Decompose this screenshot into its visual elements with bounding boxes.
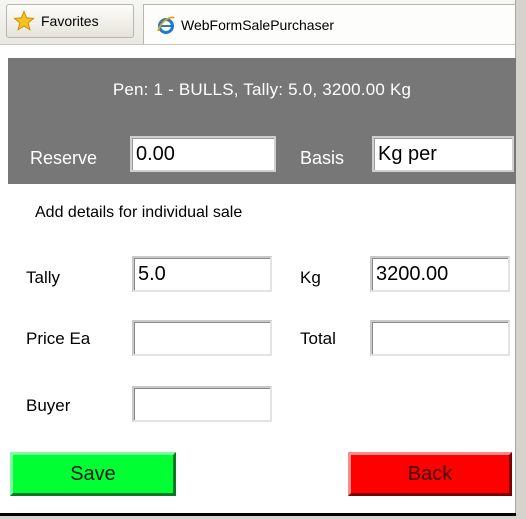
favorites-button[interactable]: Favorites xyxy=(6,4,134,38)
tab-title: WebFormSalePurchaser xyxy=(181,16,335,33)
buyer-input[interactable] xyxy=(132,386,272,422)
reserve-label: Reserve xyxy=(30,148,98,168)
sale-details-subtitle: Add details for individual sale xyxy=(35,204,243,221)
save-button[interactable]: Save xyxy=(10,452,176,496)
pen-info-text: Pen: 1 - BULLS, Tally: 5.0, 3200.00 Kg xyxy=(112,80,412,99)
basis-label: Basis xyxy=(300,148,345,168)
basis-input[interactable] xyxy=(372,136,514,172)
tally-input[interactable] xyxy=(132,256,272,292)
price-each-label: Price Ea xyxy=(26,329,91,348)
kg-label: Kg xyxy=(300,268,321,287)
back-button[interactable]: Back xyxy=(348,452,512,496)
tally-label: Tally xyxy=(26,268,61,287)
window-frame-right xyxy=(515,0,526,519)
price-each-input[interactable] xyxy=(132,320,272,356)
reserve-input[interactable] xyxy=(130,136,276,172)
buyer-label: Buyer xyxy=(26,396,71,415)
window-frame-bottom xyxy=(0,513,526,519)
sale-header-panel: Pen: 1 - BULLS, Tally: 5.0, 3200.00 Kg R… xyxy=(8,58,516,184)
favorites-label: Favorites xyxy=(41,13,99,29)
ie-icon xyxy=(157,16,175,34)
total-label: Total xyxy=(300,329,336,348)
star-icon xyxy=(13,10,35,31)
favorites-bar: Favorites WebFormSalePurchaser xyxy=(0,0,521,45)
total-input[interactable] xyxy=(370,320,510,356)
kg-input[interactable] xyxy=(370,256,510,292)
browser-tab[interactable]: WebFormSalePurchaser xyxy=(143,4,521,44)
